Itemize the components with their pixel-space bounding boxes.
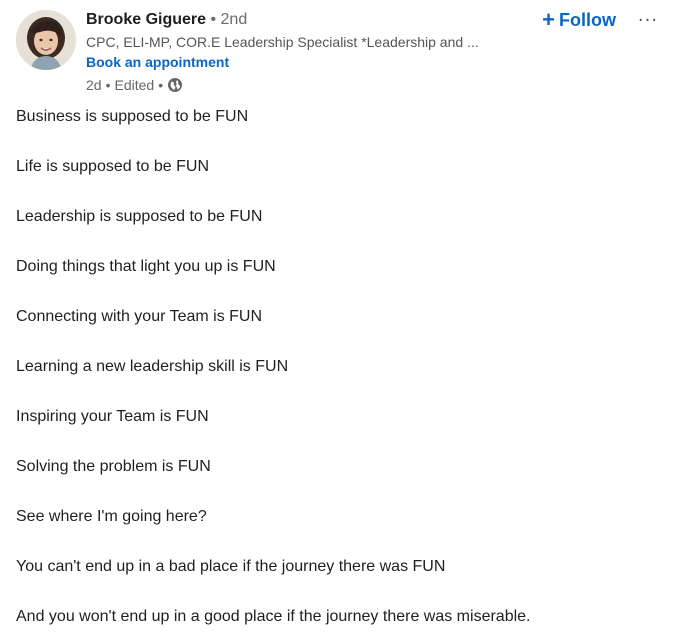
post-header: Brooke Giguere • 2nd CPC, ELI-MP, COR.E … — [16, 8, 664, 103]
post-text-line: Doing things that light you up is FUN — [16, 258, 276, 275]
post-text-line: Learning a new leadership skill is FUN — [16, 358, 289, 375]
post-timestamp: 2d • Edited • — [86, 75, 516, 95]
more-options-button[interactable]: ··· — [632, 8, 664, 32]
plus-icon: + — [542, 7, 555, 32]
post-text-line: You can't end up in a bad place if the j… — [16, 558, 446, 575]
post-time: 2d — [86, 77, 102, 93]
author-avatar[interactable] — [16, 10, 76, 70]
post-text-line: And you won't end up in a good place if … — [16, 608, 531, 625]
name-separator: • — [206, 11, 221, 28]
edited-label: Edited — [114, 77, 155, 93]
book-appointment-link[interactable]: Book an appointment — [86, 52, 229, 72]
follow-label: Follow — [559, 9, 616, 30]
post-text-line: Inspiring your Team is FUN — [16, 408, 209, 425]
post-text-line: Connecting with your Team is FUN — [16, 308, 263, 325]
post-text-line: Solving the problem is FUN — [16, 458, 211, 475]
post-text-line: Life is supposed to be FUN — [16, 158, 209, 175]
post-text-line: Business is supposed to be FUN — [16, 108, 249, 125]
post-text-line: See where I'm going here? — [16, 508, 207, 525]
globe-icon — [167, 77, 183, 93]
connection-degree: 2nd — [220, 11, 248, 28]
author-name[interactable]: Brooke Giguere — [86, 11, 206, 28]
visibility-separator: • — [158, 77, 164, 93]
author-name-line: Brooke Giguere • 2nd — [86, 8, 516, 32]
ellipsis-icon: ··· — [637, 9, 659, 31]
time-separator: • — [105, 77, 111, 93]
follow-button[interactable]: + Follow — [542, 8, 616, 32]
author-headline: CPC, ELI-MP, COR.E Leadership Specialist… — [86, 34, 479, 50]
post-text-line: Leadership is supposed to be FUN — [16, 208, 263, 225]
feed-post: Brooke Giguere • 2nd CPC, ELI-MP, COR.E … — [0, 0, 680, 637]
author-meta: Brooke Giguere • 2nd CPC, ELI-MP, COR.E … — [86, 8, 516, 95]
post-body: Business is supposed to be FUN Life is s… — [16, 106, 664, 637]
avatar-photo-icon — [16, 10, 76, 70]
